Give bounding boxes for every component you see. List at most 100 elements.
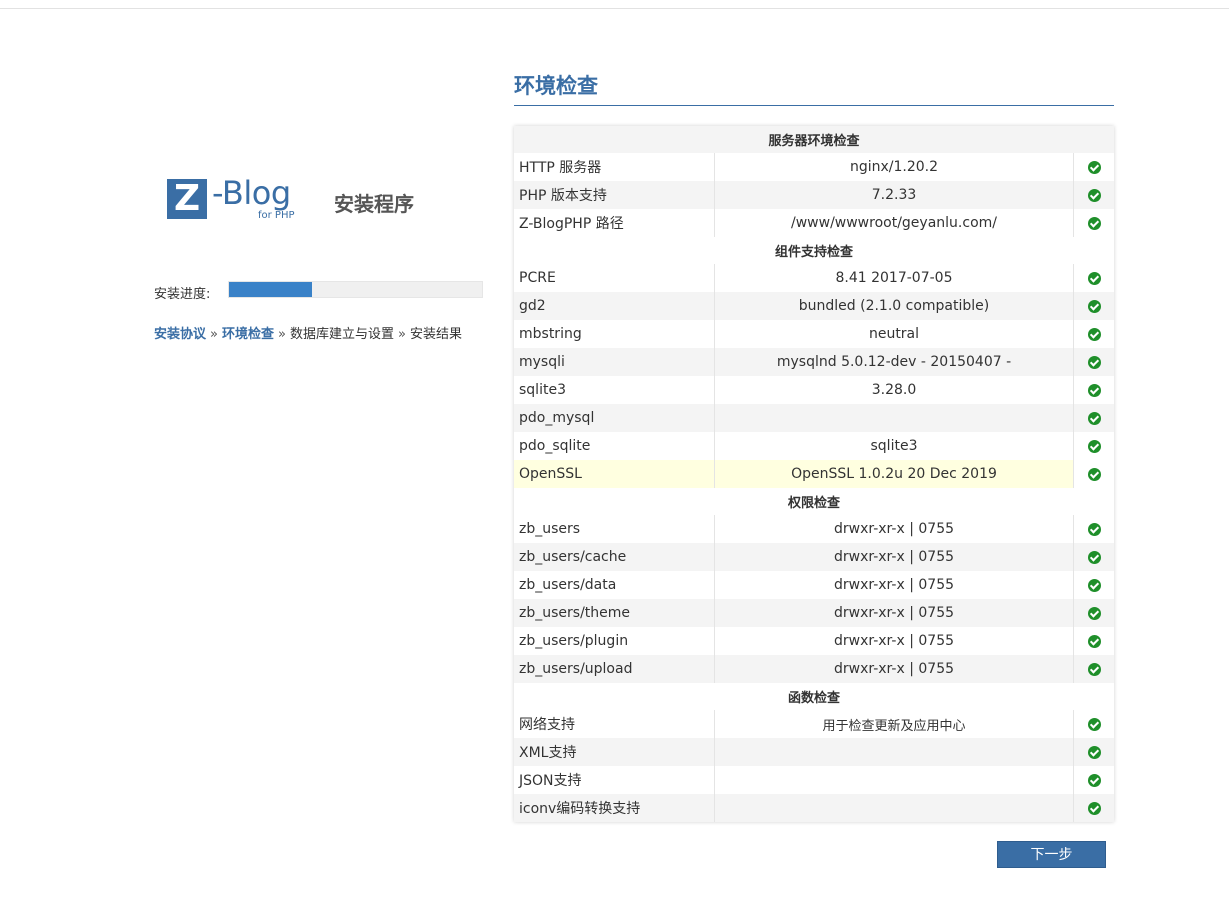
- step-4: 安装结果: [409, 327, 462, 342]
- check-value: bundled (2.1.0 compatible): [714, 292, 1074, 320]
- breadcrumb-separator: »: [210, 327, 218, 342]
- check-row: HTTP 服务器 nginx/1.20.2: [514, 153, 1114, 181]
- check-name: sqlite3: [514, 376, 715, 404]
- check-status: [1073, 571, 1114, 599]
- check-row: Z-BlogPHP 路径/www/wwwroot/geyanlu.com/: [514, 209, 1114, 237]
- check-name: zb_users/cache: [514, 543, 715, 571]
- check-row: zb_users/cache drwxr-xr-x | 0755: [514, 543, 1114, 571]
- check-status: [1073, 543, 1114, 571]
- check-status: [1073, 153, 1114, 181]
- check-status: [1073, 404, 1114, 432]
- check-row: PHP 版本支持 7.2.33: [514, 181, 1114, 209]
- step-2: 环境检查: [221, 327, 274, 342]
- step-1: 安装协议: [154, 327, 207, 342]
- check-name: HTTP 服务器: [514, 153, 715, 181]
- check-status: [1073, 320, 1114, 348]
- check-status: [1073, 292, 1114, 320]
- check-status: [1073, 655, 1114, 683]
- check-value: 7.2.33: [714, 181, 1074, 209]
- check-value: drwxr-xr-x | 0755: [714, 571, 1074, 599]
- check-name: zb_users/upload: [514, 655, 715, 683]
- group-title: 服务器环境检查: [514, 126, 1114, 153]
- check-status: [1073, 627, 1114, 655]
- check-status: [1073, 264, 1114, 292]
- check-name: JSON支持: [514, 766, 715, 794]
- check-circle-icon: [1087, 188, 1101, 202]
- check-name: pdo_sqlite: [514, 432, 715, 460]
- group-header-row: 函数检查: [514, 683, 1114, 710]
- step-3: 数据库建立与设置: [289, 327, 394, 342]
- check-value: drwxr-xr-x | 0755: [714, 627, 1074, 655]
- check-name: mbstring: [514, 320, 715, 348]
- check-circle-icon: [1087, 327, 1101, 341]
- check-value: nginx/1.20.2: [714, 153, 1074, 181]
- check-row: zb_users drwxr-xr-x | 0755: [514, 515, 1114, 543]
- check-value: [714, 766, 1074, 794]
- check-row: zb_users/data drwxr-xr-x | 0755: [514, 571, 1114, 599]
- check-name: XML支持: [514, 738, 715, 766]
- check-status: [1073, 376, 1114, 404]
- group-title: 函数检查: [514, 683, 1114, 710]
- check-row: zb_users/upload drwxr-xr-x | 0755: [514, 655, 1114, 683]
- group-title: 权限检查: [514, 488, 1114, 515]
- check-circle-icon: [1087, 634, 1101, 648]
- check-value: neutral: [714, 320, 1074, 348]
- check-status: [1073, 460, 1114, 488]
- check-row: PCRE 8.41 2017-07-05: [514, 264, 1114, 292]
- progress-label: 安装进度:: [154, 287, 211, 302]
- check-value: sqlite3: [714, 432, 1074, 460]
- check-circle-icon: [1087, 522, 1101, 536]
- check-name: PCRE: [514, 264, 715, 292]
- check-status: [1073, 710, 1114, 738]
- check-circle-icon: [1087, 216, 1101, 230]
- check-circle-icon: [1087, 550, 1101, 564]
- logo-z-mark: Z: [167, 179, 207, 219]
- progress-fill: [229, 282, 313, 297]
- breadcrumb-separator: »: [278, 327, 286, 342]
- check-value: drwxr-xr-x | 0755: [714, 655, 1074, 683]
- check-row: JSON支持: [514, 766, 1114, 794]
- check-status: [1073, 348, 1114, 376]
- check-name: pdo_mysql: [514, 404, 715, 432]
- check-circle-icon: [1087, 578, 1101, 592]
- check-name: iconv编码转换支持: [514, 794, 715, 822]
- check-circle-icon: [1087, 606, 1101, 620]
- logo-subtitle: for PHP: [258, 210, 295, 221]
- check-value: mysqlnd 5.0.12-dev - 20150407 -: [714, 348, 1074, 376]
- check-row: mysqli mysqlnd 5.0.12-dev - 20150407 -: [514, 348, 1114, 376]
- check-row: gd2 bundled (2.1.0 compatible): [514, 292, 1114, 320]
- title-divider: [514, 105, 1114, 106]
- check-status: [1073, 515, 1114, 543]
- check-status: [1073, 432, 1114, 460]
- install-progress-bar: [228, 281, 483, 298]
- check-value: [714, 404, 1074, 432]
- check-value: /www/wwwroot/geyanlu.com/: [714, 209, 1074, 237]
- check-status: [1073, 599, 1114, 627]
- check-row: 网络支持 用于检查更新及应用中心: [514, 710, 1114, 738]
- check-circle-icon: [1087, 299, 1101, 313]
- check-row: XML支持: [514, 738, 1114, 766]
- check-value: OpenSSL 1.0.2u 20 Dec 2019: [714, 460, 1074, 488]
- check-circle-icon: [1087, 383, 1101, 397]
- check-value: [714, 794, 1074, 822]
- check-row: sqlite3 3.28.0: [514, 376, 1114, 404]
- check-circle-icon: [1087, 801, 1101, 815]
- check-row: OpenSSL OpenSSL 1.0.2u 20 Dec 2019: [514, 460, 1114, 488]
- check-circle-icon: [1087, 355, 1101, 369]
- check-value: 8.41 2017-07-05: [714, 264, 1074, 292]
- check-row: pdo_mysql: [514, 404, 1114, 432]
- check-status: [1073, 209, 1114, 237]
- check-value: drwxr-xr-x | 0755: [714, 515, 1074, 543]
- check-name: gd2: [514, 292, 715, 320]
- check-status: [1073, 738, 1114, 766]
- check-circle-icon: [1087, 717, 1101, 731]
- logo-wordmark: -Blog: [212, 174, 291, 212]
- check-circle-icon: [1087, 411, 1101, 425]
- group-header-row: 权限检查: [514, 488, 1114, 515]
- check-row: mbstring neutral: [514, 320, 1114, 348]
- check-circle-icon: [1087, 271, 1101, 285]
- next-step-button[interactable]: 下一步: [997, 841, 1106, 868]
- check-circle-icon: [1087, 467, 1101, 481]
- check-name: zb_users/data: [514, 571, 715, 599]
- check-name: 网络支持: [514, 710, 715, 738]
